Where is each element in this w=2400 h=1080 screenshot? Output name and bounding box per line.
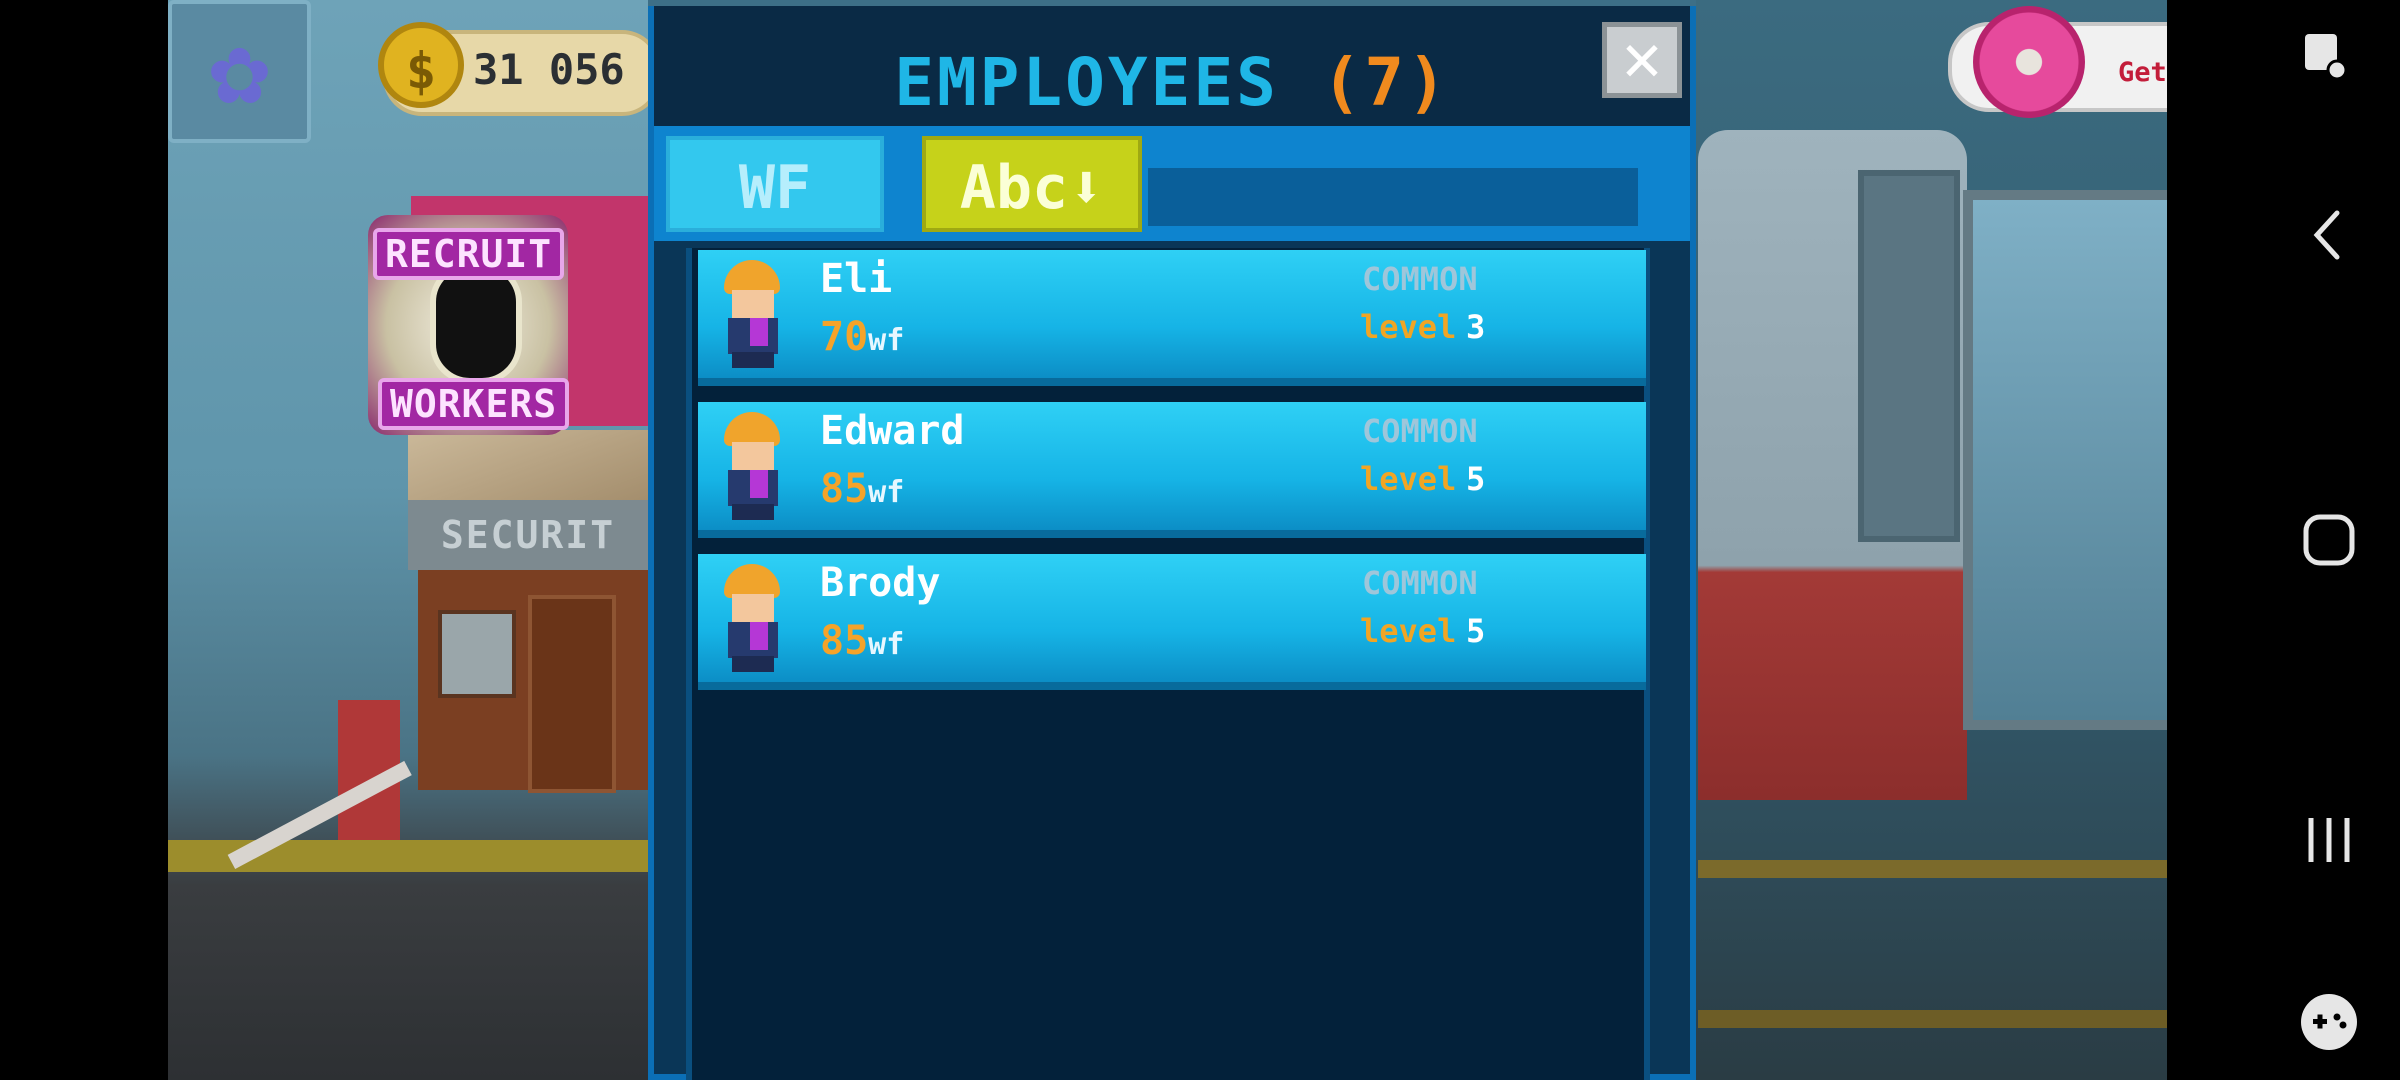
wf-unit: wf bbox=[868, 475, 905, 510]
employee-card-eli[interactable]: Eli 70wf COMMON level 3 bbox=[698, 250, 1646, 386]
employee-wf: 85wf bbox=[820, 618, 904, 664]
wf-value: 85 bbox=[820, 618, 869, 664]
level-word: level bbox=[1360, 460, 1457, 498]
wf-unit: wf bbox=[868, 323, 905, 358]
employee-rarity: COMMON bbox=[1362, 260, 1478, 298]
security-roof bbox=[408, 430, 648, 500]
coin-value: 31 056 bbox=[473, 45, 625, 94]
wf-value: 70 bbox=[820, 314, 869, 360]
worker-avatar-icon bbox=[718, 564, 786, 674]
employee-name: Eli bbox=[820, 256, 893, 302]
security-sign: SECURIT bbox=[408, 500, 648, 570]
wf-unit: wf bbox=[868, 627, 905, 662]
dialog-title: EMPLOYEES (7) bbox=[648, 44, 1696, 121]
back-icon[interactable] bbox=[2303, 205, 2353, 265]
station-window bbox=[1963, 190, 2167, 730]
donut-icon bbox=[1973, 6, 2085, 118]
employee-count: (7) bbox=[1321, 44, 1450, 121]
home-icon[interactable] bbox=[2299, 510, 2359, 570]
recruit-label[interactable]: RECRUIT bbox=[373, 228, 565, 280]
player-avatar-button[interactable]: ✿ bbox=[168, 0, 311, 143]
coin-icon: $ bbox=[378, 22, 464, 108]
train-window bbox=[1858, 170, 1960, 542]
employee-rarity: COMMON bbox=[1362, 412, 1478, 450]
worker-avatar-icon bbox=[718, 412, 786, 522]
title-text: EMPLOYEES bbox=[894, 44, 1279, 121]
sort-by-wf-tab[interactable]: WF bbox=[666, 136, 884, 232]
sort-alphabetical-tab[interactable]: Abc⬇ bbox=[922, 136, 1142, 232]
tab-track bbox=[1148, 168, 1638, 226]
employee-wf: 85wf bbox=[820, 466, 904, 512]
level-number: 3 bbox=[1465, 308, 1486, 346]
level-word: level bbox=[1360, 612, 1457, 650]
employee-level: level 5 bbox=[1360, 460, 1485, 498]
get-more-label[interactable]: Get more bbox=[2118, 57, 2167, 88]
employee-rarity: COMMON bbox=[1362, 564, 1478, 602]
rail bbox=[1698, 1010, 2167, 1028]
wf-value: 85 bbox=[820, 466, 869, 512]
close-button[interactable]: ✕ bbox=[1602, 22, 1682, 98]
employee-name: Brody bbox=[820, 560, 941, 606]
worker-silhouette-icon bbox=[430, 262, 522, 384]
employee-name: Edward bbox=[820, 408, 965, 454]
recents-icon[interactable] bbox=[2299, 810, 2359, 870]
employee-card-edward[interactable]: Edward 85wf COMMON level 5 bbox=[698, 402, 1646, 538]
employee-card-brody[interactable]: Brody 85wf COMMON level 5 bbox=[698, 554, 1646, 690]
level-number: 5 bbox=[1465, 612, 1486, 650]
booth-door bbox=[528, 595, 616, 793]
rail bbox=[1698, 860, 2167, 878]
employee-level: level 3 bbox=[1360, 308, 1485, 346]
employee-level: level 5 bbox=[1360, 612, 1485, 650]
employee-wf: 70wf bbox=[820, 314, 904, 360]
workers-label[interactable]: WORKERS bbox=[378, 378, 570, 430]
system-nav-bar bbox=[2167, 0, 2400, 1080]
game-tools-icon[interactable] bbox=[2297, 990, 2361, 1054]
worker-avatar-icon bbox=[718, 260, 786, 370]
booth-window bbox=[438, 610, 516, 698]
screen-touch-icon[interactable] bbox=[2297, 28, 2357, 88]
level-number: 5 bbox=[1465, 460, 1486, 498]
level-word: level bbox=[1360, 308, 1457, 346]
